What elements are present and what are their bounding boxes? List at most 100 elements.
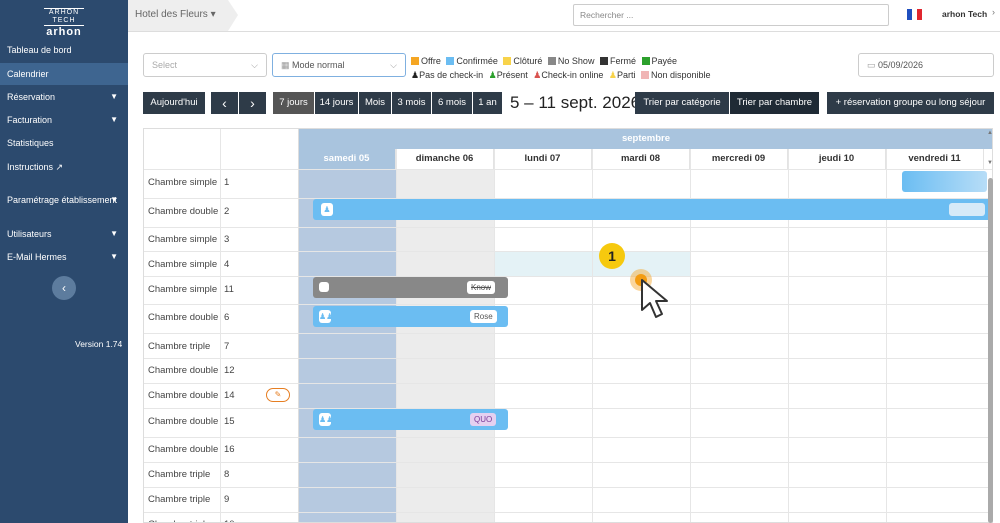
sidebar-item-email-hermes[interactable]: E-Mail Hermes ▼ xyxy=(0,246,128,268)
reservation-bar[interactable]: ♟ xyxy=(313,199,992,220)
room-type: Chambre simple xyxy=(148,234,218,245)
today-button[interactable]: Aujourd'hui xyxy=(143,92,205,114)
reservation-tag: Know xyxy=(467,281,496,294)
room-row[interactable]: Chambre triple 9 xyxy=(144,487,992,512)
legend-item: Non disponible xyxy=(641,70,711,80)
sort-by-category-button[interactable]: Trier par catégorie xyxy=(635,92,729,114)
room-number: 6 xyxy=(224,312,230,323)
guests-icon: ♟♟ xyxy=(319,413,334,426)
chevron-down-icon: ⌵ xyxy=(251,60,258,70)
scrollbar-thumb[interactable] xyxy=(988,178,993,523)
top-bar: Hotel des Fleurs ▾ Rechercher ... arhon … xyxy=(128,0,1000,32)
legend-item: Confirmée xyxy=(446,56,498,66)
logo-top-text: ARHON TECH xyxy=(44,8,84,26)
room-row[interactable]: Chambre double 15 xyxy=(144,408,992,437)
mode-select[interactable]: ▦ Mode normal ⌵ xyxy=(272,53,406,77)
category-select[interactable]: Select ⌵ xyxy=(143,53,267,77)
arhon-logo[interactable]: ARHON TECH arhon xyxy=(44,8,84,38)
legend-item: Fermé xyxy=(599,56,636,66)
room-type: Chambre triple xyxy=(148,519,210,522)
room-row[interactable]: Chambre double 12 xyxy=(144,358,992,383)
vertical-scrollbar[interactable]: ▲ ▼ xyxy=(986,130,994,523)
collapse-sidebar-button[interactable]: ‹ xyxy=(52,276,76,300)
person-icon: ♟ xyxy=(608,70,617,80)
sidebar-item-label: Réservation xyxy=(7,92,56,102)
french-flag-icon[interactable] xyxy=(907,9,922,20)
room-number: 14 xyxy=(224,390,235,401)
room-row[interactable]: Chambre simple 1 xyxy=(144,169,992,198)
month-header: septembre xyxy=(298,129,992,149)
room-type: Chambre triple xyxy=(148,494,211,505)
sidebar-item-instructions[interactable]: Instructions ↗ xyxy=(0,156,128,178)
group-reservation-button[interactable]: + réservation groupe ou long séjour xyxy=(827,92,994,114)
room-type: Chambre double xyxy=(148,312,219,323)
sidebar-item-settings[interactable]: Paramétrage établissement ▼ xyxy=(0,189,128,211)
sidebar-item-users[interactable]: Utilisateurs ▼ xyxy=(0,223,128,245)
sort-by-room-button[interactable]: Trier par chambre xyxy=(730,92,819,114)
view-3-months[interactable]: 3 mois xyxy=(392,92,431,114)
hotel-selector[interactable]: Hotel des Fleurs ▾ xyxy=(128,0,228,31)
room-number: 1 xyxy=(224,177,230,188)
view-7-days[interactable]: 7 jours xyxy=(273,92,314,114)
search-input[interactable]: Rechercher ... xyxy=(573,4,889,26)
room-row[interactable]: Chambre triple 8 xyxy=(144,462,992,487)
sidebar-item-dashboard[interactable]: Tableau de bord xyxy=(0,39,128,61)
mouse-pointer-icon xyxy=(641,279,668,318)
room-row[interactable]: Chambre triple 10 xyxy=(144,512,992,522)
room-row[interactable]: Chambre simple 4 xyxy=(144,251,992,276)
room-row[interactable]: Chambre simple 3 xyxy=(144,227,992,251)
view-1-year[interactable]: 1 an xyxy=(473,92,502,114)
chevron-down-icon: ▼ xyxy=(110,252,118,261)
sidebar-item-billing[interactable]: Facturation ▼ xyxy=(0,109,128,131)
sidebar-item-label: Paramétrage établissement xyxy=(7,195,118,205)
day-header: dimanche 06 xyxy=(396,149,494,169)
room-number: 15 xyxy=(224,416,235,427)
user-menu[interactable]: arhon Tech xyxy=(942,9,987,19)
room-type: Chambre simple xyxy=(148,259,218,270)
view-14-days[interactable]: 14 jours xyxy=(315,92,358,114)
status-legend: Offre Confirmée Clôturé No Show Fermé Pa… xyxy=(411,54,741,82)
room-type: Chambre triple xyxy=(148,469,211,480)
room-number: 2 xyxy=(224,206,230,217)
room-type: Chambre double xyxy=(148,444,219,455)
day-header: jeudi 10 xyxy=(788,149,886,169)
room-number: 12 xyxy=(224,365,235,376)
room-row[interactable]: Chambre simple 11 xyxy=(144,276,992,304)
view-6-months[interactable]: 6 mois xyxy=(432,92,472,114)
prev-button[interactable]: ‹ xyxy=(211,92,238,114)
room-row[interactable]: Chambre triple 7 xyxy=(144,333,992,358)
sidebar-item-statistics[interactable]: Statistiques xyxy=(0,132,128,154)
reservation-bar[interactable] xyxy=(902,171,987,192)
reservation-bar[interactable]: ♟♟ Rose xyxy=(313,306,508,327)
next-button[interactable]: › xyxy=(239,92,266,114)
room-number: 16 xyxy=(224,444,235,455)
reservation-bar[interactable]: ♟♟ QUO xyxy=(313,409,508,430)
chevron-right-icon[interactable]: › xyxy=(992,7,995,17)
date-field[interactable]: ▭ 05/09/2026 xyxy=(858,53,994,77)
cleaning-brush-icon[interactable]: ✎ xyxy=(266,388,290,402)
sidebar-item-reservation[interactable]: Réservation ▼ xyxy=(0,86,128,108)
date-value: 05/09/2026 xyxy=(878,60,924,70)
room-number: 7 xyxy=(224,341,230,352)
room-type: Chambre triple xyxy=(148,341,211,352)
reservation-tag: QUO xyxy=(470,413,497,426)
sidebar-item-label: Utilisateurs xyxy=(7,229,52,239)
calendar-icon: ▭ xyxy=(867,60,879,70)
room-calendar-grid: septembre samedi 05 dimanche 06 lundi 07… xyxy=(143,128,993,523)
room-number: 10 xyxy=(224,519,235,522)
grid-icon: ▦ xyxy=(281,60,293,70)
room-row[interactable]: Chambre double 6 xyxy=(144,304,992,333)
scroll-up-icon[interactable]: ▲ xyxy=(987,130,993,136)
legend-item: Clôturé xyxy=(503,56,542,66)
reservation-bar[interactable]: Know xyxy=(313,277,508,298)
legend-item: No Show xyxy=(547,56,594,66)
room-row[interactable]: Chambre double 16 xyxy=(144,437,992,462)
sidebar-item-calendar[interactable]: Calendrier xyxy=(0,63,128,85)
scroll-down-icon[interactable]: ▼ xyxy=(987,160,993,166)
day-header: lundi 07 xyxy=(494,149,592,169)
legend-item: ♟Parti xyxy=(608,70,636,80)
breadcrumb-arrow xyxy=(228,0,238,31)
sidebar-item-label: Facturation xyxy=(7,115,53,125)
view-month[interactable]: Mois xyxy=(359,92,391,114)
reservation-tag xyxy=(949,203,985,216)
